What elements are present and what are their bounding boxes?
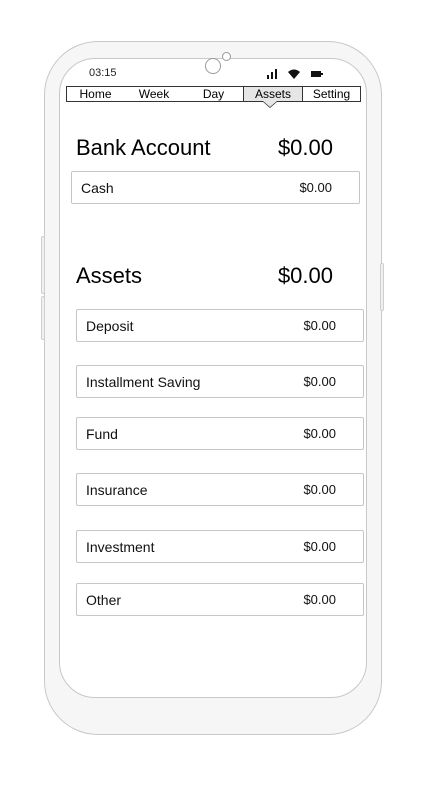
tab-week[interactable]: Week (124, 87, 184, 101)
tab-assets[interactable]: Assets (243, 87, 303, 101)
camera-icon (205, 58, 221, 74)
active-tab-indicator-fill (263, 101, 277, 107)
asset-item-label: Insurance (86, 482, 148, 498)
asset-item-label: Investment (86, 539, 155, 555)
side-button-left-bottom (41, 296, 45, 340)
asset-item-insurance[interactable]: Insurance $0.00 (76, 473, 364, 506)
asset-item-label: Fund (86, 426, 118, 442)
tab-week-label: Week (138, 87, 170, 101)
bank-item-cash[interactable]: Cash $0.00 (71, 171, 360, 204)
asset-item-value: $0.00 (303, 539, 336, 554)
asset-item-label: Other (86, 592, 122, 608)
tab-bar: Home Week Day Assets Setting (66, 86, 361, 102)
wifi-icon (288, 69, 300, 79)
bank-account-total: $0.00 (277, 135, 333, 160)
asset-item-value: $0.00 (303, 482, 336, 497)
asset-item-installment-saving[interactable]: Installment Saving $0.00 (76, 365, 364, 398)
battery-icon (311, 71, 323, 77)
assets-title: Assets (76, 263, 143, 288)
status-icons (266, 67, 326, 81)
tab-home[interactable]: Home (67, 87, 124, 101)
asset-item-other[interactable]: Other $0.00 (76, 583, 364, 616)
tab-day-label: Day (202, 87, 225, 101)
side-button-right (380, 263, 384, 311)
status-time: 03:15 (89, 67, 117, 79)
asset-item-value: $0.00 (303, 374, 336, 389)
asset-item-deposit[interactable]: Deposit $0.00 (76, 309, 364, 342)
asset-item-label: Installment Saving (86, 374, 201, 390)
signal-icon (267, 69, 277, 79)
assets-total: $0.00 (277, 263, 333, 288)
tab-setting-label: Setting (312, 87, 351, 101)
asset-item-label: Deposit (86, 318, 134, 334)
tab-day[interactable]: Day (184, 87, 243, 101)
sensor-icon (222, 52, 231, 61)
tab-setting[interactable]: Setting (303, 87, 360, 101)
asset-item-fund[interactable]: Fund $0.00 (76, 417, 364, 450)
tab-home-label: Home (79, 87, 112, 101)
bank-item-label: Cash (81, 180, 114, 196)
tab-assets-label: Assets (254, 87, 291, 101)
bank-account-title: Bank Account (76, 135, 211, 160)
bank-item-value: $0.00 (299, 180, 332, 195)
asset-item-value: $0.00 (303, 592, 336, 607)
side-button-left-top (41, 236, 45, 294)
asset-item-value: $0.00 (303, 426, 336, 441)
asset-item-investment[interactable]: Investment $0.00 (76, 530, 364, 563)
asset-item-value: $0.00 (303, 318, 336, 333)
